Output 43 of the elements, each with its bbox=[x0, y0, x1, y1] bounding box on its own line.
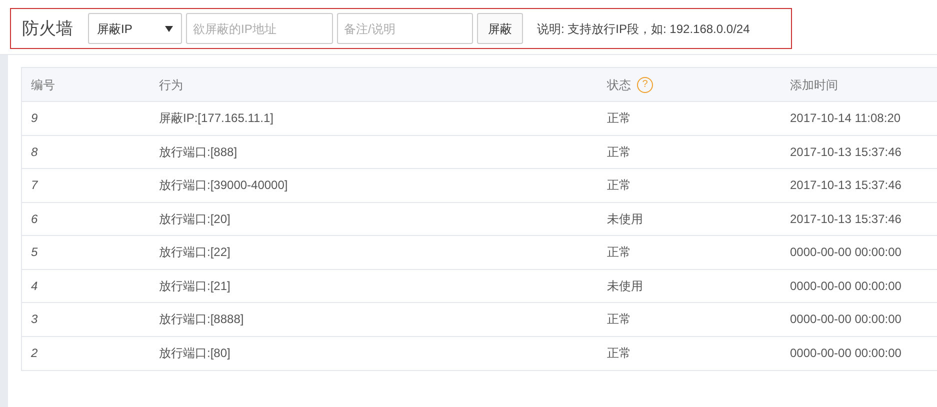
table-cell: 0000-00-00 00:00:00 bbox=[790, 278, 902, 293]
table-cell: 2017-10-13 15:37:46 bbox=[790, 212, 902, 226]
column-header: 添加时间 bbox=[790, 76, 838, 94]
table-cell: 正常 bbox=[607, 312, 631, 326]
note-field[interactable]: 备注/说明 bbox=[337, 13, 473, 44]
table-cell: 4 bbox=[31, 278, 38, 293]
table-cell: 3 bbox=[31, 312, 38, 326]
table-cell: 2 bbox=[31, 346, 38, 360]
table-cell: 放行端口:[80] bbox=[159, 346, 230, 360]
table-cell: 0000-00-00 00:00:00 bbox=[790, 312, 902, 326]
table-cell: 8 bbox=[31, 144, 38, 159]
table-cell: 6 bbox=[31, 212, 38, 226]
table-cell: 正常 bbox=[607, 346, 631, 360]
table-cell: 2017-10-13 15:37:46 bbox=[790, 178, 902, 192]
table-cell: 放行端口:[22] bbox=[159, 245, 230, 260]
column-header: 状态 bbox=[607, 76, 631, 94]
table-cell: 7 bbox=[31, 178, 38, 192]
table-cell: 放行端口:[888] bbox=[159, 144, 238, 159]
hint-text: 说明: 支持放行IP段，如: 192.168.0.0/24 bbox=[537, 20, 750, 38]
table-cell: 正常 bbox=[607, 144, 631, 159]
table-cell: 0000-00-00 00:00:00 bbox=[790, 245, 902, 260]
table-cell: 正常 bbox=[607, 111, 631, 126]
table-cell: 9 bbox=[31, 111, 38, 126]
table-cell: 屏蔽IP:[177.165.11.1] bbox=[159, 111, 274, 126]
table-cell: 放行端口:[21] bbox=[159, 278, 230, 293]
table-cell: 放行端口:[20] bbox=[159, 212, 230, 226]
block-button[interactable]: 屏蔽 bbox=[477, 13, 523, 44]
table-cell: 未使用 bbox=[607, 212, 643, 226]
table-cell: 2017-10-14 11:08:20 bbox=[790, 111, 901, 126]
table-cell: 2017-10-13 15:37:46 bbox=[790, 144, 902, 159]
ip-address-field[interactable]: 欲屏蔽的IP地址 bbox=[186, 13, 333, 44]
dropdown-caret-icon bbox=[165, 26, 173, 32]
table-cell: 正常 bbox=[607, 245, 631, 260]
column-header: 行为 bbox=[159, 76, 183, 94]
table-cell: 正常 bbox=[607, 178, 631, 192]
table-cell: 0000-00-00 00:00:00 bbox=[790, 346, 902, 360]
column-header: 编号 bbox=[31, 76, 55, 94]
table-cell: 放行端口:[39000-40000] bbox=[159, 178, 288, 192]
page-title: 防火墙 bbox=[22, 18, 74, 40]
table-cell: 5 bbox=[31, 245, 38, 260]
mode-select[interactable]: 屏蔽IP bbox=[88, 13, 182, 44]
table-cell: 放行端口:[8888] bbox=[159, 312, 244, 326]
table-cell: 未使用 bbox=[607, 278, 643, 293]
